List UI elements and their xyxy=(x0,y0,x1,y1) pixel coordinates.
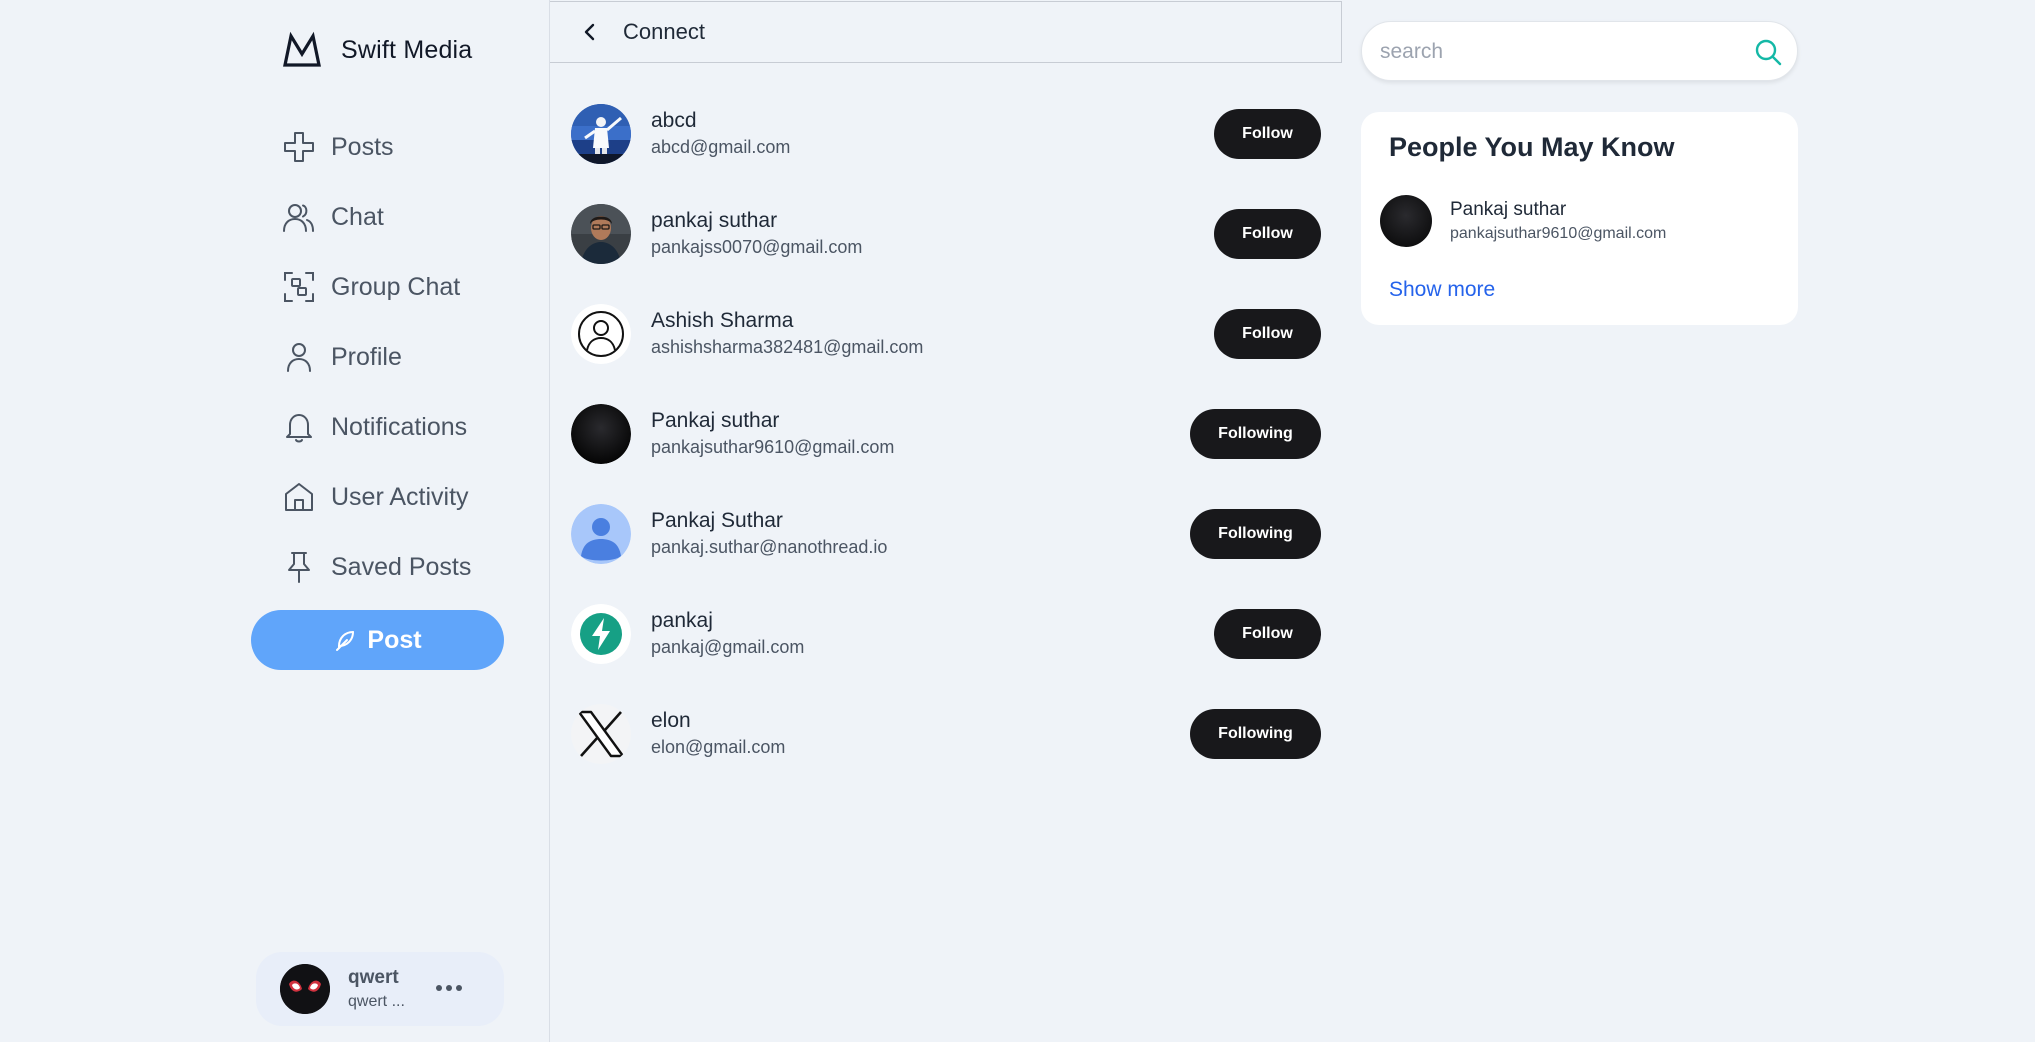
follow-button[interactable]: Follow xyxy=(1214,209,1321,259)
sidebar-item-notifications[interactable]: Notifications xyxy=(282,392,471,462)
left-sidebar: Swift Media Posts Chat Group Chat Profil… xyxy=(250,0,550,1042)
following-button[interactable]: Following xyxy=(1190,709,1321,759)
brand-name: Swift Media xyxy=(341,35,473,64)
follow-button[interactable]: Follow xyxy=(1214,109,1321,159)
top-bar: Connect xyxy=(550,1,1342,63)
page-title: Connect xyxy=(623,19,705,44)
user-name: abcd xyxy=(651,109,697,132)
post-button-label: Post xyxy=(367,625,422,654)
sidebar-item-label: Profile xyxy=(331,342,402,371)
search-input[interactable] xyxy=(1380,34,1740,70)
user-name: Pankaj suthar xyxy=(651,409,780,432)
list-item[interactable]: Ashish Sharma ashishsharma382481@gmail.c… xyxy=(550,284,1342,384)
more-options-icon[interactable] xyxy=(435,980,463,998)
show-more-link[interactable]: Show more xyxy=(1389,278,1495,302)
home-icon xyxy=(282,480,316,514)
list-item[interactable]: Pankaj Suthar pankaj.suthar@nanothread.i… xyxy=(550,484,1342,584)
main-column: Connect abcd abcd@gmail.com Follow panka… xyxy=(549,0,1342,1042)
mountain-logo-icon xyxy=(283,31,321,67)
bell-icon xyxy=(282,410,316,444)
sidebar-item-posts[interactable]: Posts xyxy=(282,112,471,182)
list-item[interactable]: elon elon@gmail.com Following xyxy=(550,684,1342,784)
avatar xyxy=(571,104,631,164)
main-nav: Posts Chat Group Chat Profile Notificati… xyxy=(282,112,471,602)
brand[interactable]: Swift Media xyxy=(282,30,472,70)
avatar xyxy=(571,404,631,464)
following-button[interactable]: Following xyxy=(1190,509,1321,559)
avatar[interactable] xyxy=(1380,195,1432,247)
user-list: abcd abcd@gmail.com Follow pankaj suthar xyxy=(550,84,1342,784)
sidebar-item-group-chat[interactable]: Group Chat xyxy=(282,252,471,322)
user-name: qwert xyxy=(348,967,399,988)
list-item[interactable]: abcd abcd@gmail.com Follow xyxy=(550,84,1342,184)
user-name: pankaj suthar xyxy=(651,209,778,232)
sidebar-item-profile[interactable]: Profile xyxy=(282,322,471,392)
user-email: abcd@gmail.com xyxy=(651,137,791,157)
user-email: pankaj@gmail.com xyxy=(651,637,805,657)
list-item[interactable]: pankaj pankaj@gmail.com Follow xyxy=(550,584,1342,684)
sidebar-item-label: User Activity xyxy=(331,482,469,511)
avatar xyxy=(571,704,631,764)
feather-icon xyxy=(336,631,355,651)
user-email: ashishsharma382481@gmail.com xyxy=(651,337,924,357)
sidebar-item-label: Group Chat xyxy=(331,272,461,301)
list-item[interactable]: pankaj suthar pankajss0070@gmail.com Fol… xyxy=(550,184,1342,284)
user-email: pankajsuthar9610@gmail.com xyxy=(651,437,895,457)
avatar xyxy=(571,204,631,264)
user-handle: qwert ... xyxy=(348,992,405,1010)
avatar xyxy=(571,604,631,664)
users-icon xyxy=(282,200,316,234)
plus-cross-icon xyxy=(282,130,316,164)
people-you-may-know-card: People You May Know Pankaj suthar pankaj… xyxy=(1361,112,1798,325)
sidebar-item-label: Chat xyxy=(331,202,384,231)
follow-button[interactable]: Follow xyxy=(1214,309,1321,359)
search-icon[interactable] xyxy=(1753,37,1783,67)
user-name: elon xyxy=(651,709,691,732)
user-icon xyxy=(282,340,316,374)
back-arrow-icon[interactable] xyxy=(575,17,605,47)
follow-button[interactable]: Follow xyxy=(1214,609,1321,659)
avatar xyxy=(571,504,631,564)
sidebar-item-label: Posts xyxy=(331,132,394,161)
suggested-user-email: pankajsuthar9610@gmail.com xyxy=(1450,225,1667,242)
user-name: Ashish Sharma xyxy=(651,309,794,332)
card-title: People You May Know xyxy=(1389,132,1675,162)
sidebar-item-label: Saved Posts xyxy=(331,552,472,581)
avatar xyxy=(280,964,330,1014)
user-email: pankajss0070@gmail.com xyxy=(651,237,863,257)
sidebar-item-user-activity[interactable]: User Activity xyxy=(282,462,471,532)
sidebar-item-chat[interactable]: Chat xyxy=(282,182,471,252)
avatar xyxy=(571,304,631,364)
suggested-user-name[interactable]: Pankaj suthar xyxy=(1450,199,1566,221)
pin-icon xyxy=(282,550,316,584)
sidebar-item-label: Notifications xyxy=(331,412,468,441)
user-email: pankaj.suthar@nanothread.io xyxy=(651,537,888,557)
post-button[interactable]: Post xyxy=(251,610,504,670)
sidebar-item-saved-posts[interactable]: Saved Posts xyxy=(282,532,471,602)
following-button[interactable]: Following xyxy=(1190,409,1321,459)
list-item[interactable]: Pankaj suthar pankajsuthar9610@gmail.com… xyxy=(550,384,1342,484)
user-name: pankaj xyxy=(651,609,713,632)
current-user-card[interactable]: qwert qwert ... xyxy=(256,952,504,1026)
user-name: Pankaj Suthar xyxy=(651,509,783,532)
user-email: elon@gmail.com xyxy=(651,737,786,757)
search-box xyxy=(1361,21,1798,81)
group-scan-icon xyxy=(282,270,316,304)
